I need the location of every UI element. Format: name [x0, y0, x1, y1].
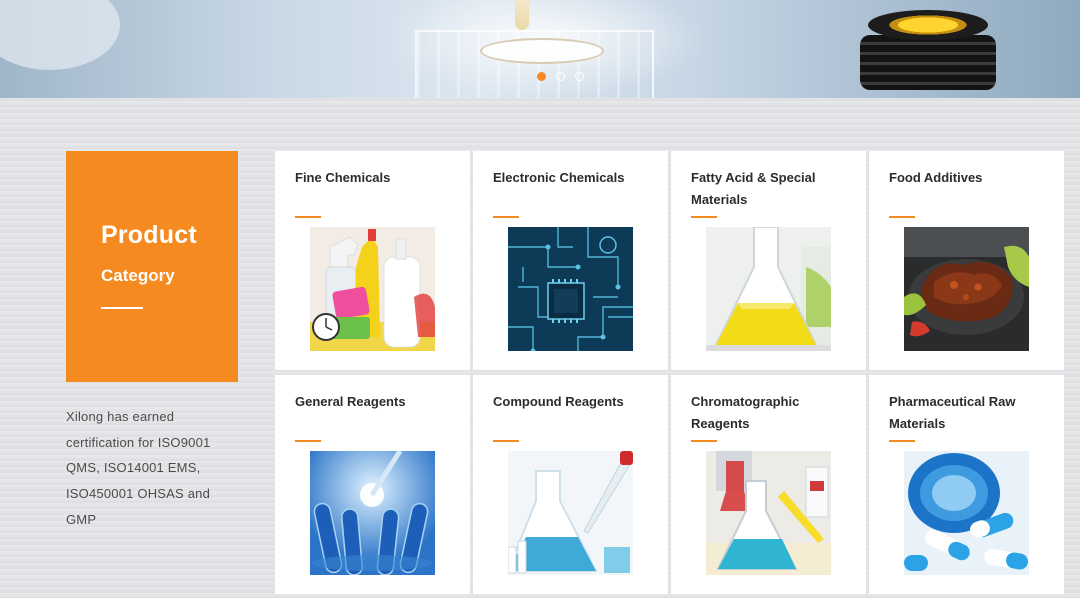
product-card-accent-bar: [691, 440, 717, 442]
lab-glove-graphic: [0, 0, 120, 70]
product-card-title: General Reagents: [295, 394, 406, 409]
blue-test-tubes-image: [310, 451, 435, 575]
product-card-general-reagents[interactable]: General Reagents: [275, 375, 470, 594]
product-card-title: Fine Chemicals: [295, 170, 391, 185]
product-card-accent-bar: [493, 216, 519, 218]
microscope-lens-graphic: [858, 5, 998, 95]
product-card-food-additives[interactable]: Food Additives: [869, 151, 1064, 370]
grilled-meat-image: [904, 227, 1029, 351]
product-card-title: Electronic Chemicals: [493, 170, 625, 185]
category-title: Product: [101, 221, 197, 249]
product-card-title: Compound Reagents: [493, 394, 624, 409]
product-card-fine-chemicals[interactable]: Fine Chemicals: [275, 151, 470, 370]
carousel-dot-1[interactable]: [537, 72, 546, 81]
category-divider: [101, 307, 143, 309]
carousel-dot-3[interactable]: [575, 72, 584, 81]
pipette-flask-image: [508, 451, 633, 575]
lab-flasks-image: [706, 451, 831, 575]
cleaning-products-image: [310, 227, 435, 351]
product-card-accent-bar: [493, 440, 519, 442]
product-card-accent-bar: [889, 216, 915, 218]
product-card-chromatographic-reagents[interactable]: Chromatographic Reagents: [671, 375, 866, 594]
carousel-dots: [537, 72, 584, 81]
product-card-pharmaceutical-raw-materials[interactable]: Pharmaceutical Raw Materials: [869, 375, 1064, 594]
product-card-fatty-acid-special-materials[interactable]: Fatty Acid & Special Materials: [671, 151, 866, 370]
yellow-flask-image: [706, 227, 831, 351]
product-card-electronic-chemicals[interactable]: Electronic Chemicals: [473, 151, 668, 370]
product-card-accent-bar: [295, 216, 321, 218]
category-subtitle: Category: [101, 266, 175, 285]
certification-text: Xilong has earned certification for ISO9…: [66, 409, 211, 527]
capsules-image: [904, 451, 1029, 575]
product-card-title: Pharmaceutical Raw Materials: [889, 394, 1016, 431]
product-card-title: Food Additives: [889, 170, 983, 185]
product-card-title: Fatty Acid & Special Materials: [691, 170, 816, 207]
pipette-graphic: [515, 0, 529, 30]
product-card-accent-bar: [691, 216, 717, 218]
hero-banner[interactable]: [0, 0, 1080, 98]
product-card-title: Chromatographic Reagents: [691, 394, 800, 431]
product-card-accent-bar: [889, 440, 915, 442]
product-card-compound-reagents[interactable]: Compound Reagents: [473, 375, 668, 594]
carousel-dot-2[interactable]: [556, 72, 565, 81]
circuit-board-image: [508, 227, 633, 351]
petri-dish-graphic: [480, 38, 604, 64]
product-grid: Fine Chemicals Electronic Chemicals Fatt…: [275, 151, 1067, 596]
product-card-accent-bar: [295, 440, 321, 442]
